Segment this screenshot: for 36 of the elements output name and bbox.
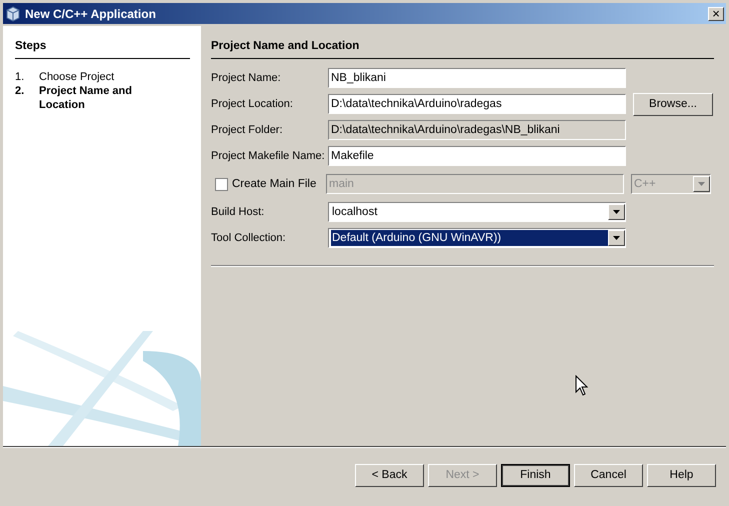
dialog-button[interactable]: < Back: [355, 464, 424, 487]
main-file-field: main: [326, 174, 624, 194]
browse-button[interactable]: Browse...: [633, 92, 713, 116]
dropdown-button[interactable]: [608, 230, 625, 246]
text-field[interactable]: NB_blikani: [328, 68, 626, 88]
caret-icon: [698, 182, 705, 186]
step-item: 2. Project Name and Location: [15, 84, 133, 112]
caret-icon: [613, 210, 620, 214]
section-title: Project Name and Location: [211, 38, 714, 60]
step-item: 1. Choose Project: [15, 70, 116, 84]
checkbox-label: Create Main File: [232, 176, 316, 192]
dropdown-field[interactable]: Default (Arduino (GNU WinAVR)): [328, 228, 626, 248]
dialog-button[interactable]: Help: [647, 464, 716, 487]
field-label: Project Name:: [211, 71, 282, 86]
checkbox[interactable]: [215, 178, 228, 191]
text-field[interactable]: Makefile: [328, 146, 626, 166]
mouse-cursor-icon: [575, 375, 588, 396]
caret-icon: [613, 236, 620, 240]
field-label: Project Makefile Name:: [211, 149, 326, 164]
folder-field: D:\data\technika\Arduino\radegas\NB_blikani: [328, 120, 626, 140]
field-label: Project Location:: [211, 97, 294, 112]
dropdown-field[interactable]: localhost: [328, 202, 626, 222]
window-title: New C/C++ Application: [25, 6, 157, 22]
dropdown-value: Default (Arduino (GNU WinAVR)): [331, 230, 608, 246]
dropdown-button[interactable]: [693, 176, 710, 192]
close-button[interactable]: ×: [708, 6, 724, 20]
dialog-button[interactable]: Cancel: [574, 464, 643, 487]
dialog-button[interactable]: Finish: [501, 464, 570, 487]
field-label: Tool Collection:: [211, 231, 287, 246]
steps-title: Steps: [15, 38, 190, 60]
dropdown-button[interactable]: [608, 204, 625, 220]
field-label: Project Folder:: [211, 123, 284, 138]
text-field[interactable]: D:\data\technika\Arduino\radegas: [328, 94, 626, 114]
dropdown-value: localhost: [331, 204, 378, 220]
field-label: Build Host:: [211, 205, 266, 220]
cube-icon: [5, 6, 21, 22]
